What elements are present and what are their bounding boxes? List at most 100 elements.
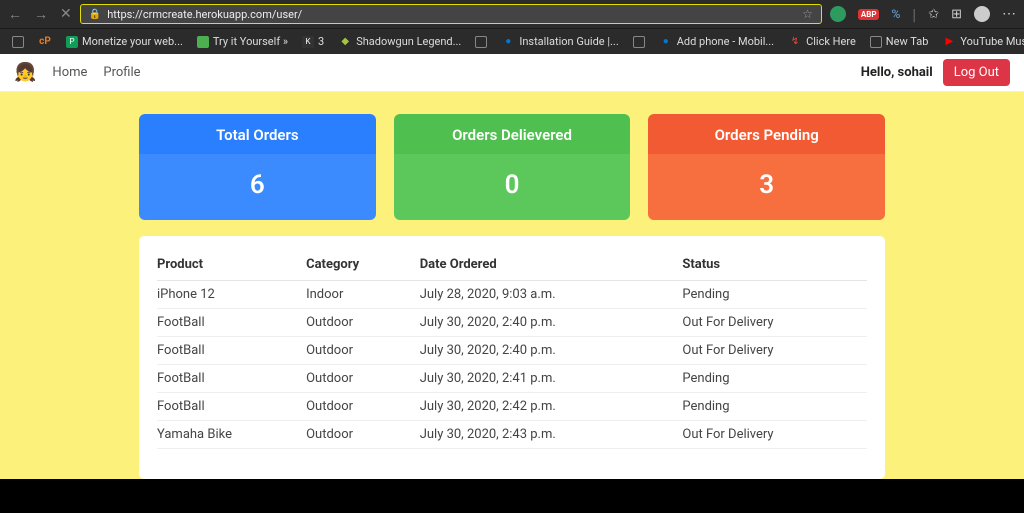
cell-category: Outdoor: [306, 421, 420, 449]
bookmark-label: Add phone - Mobil...: [677, 35, 774, 48]
cell-product: FootBall: [157, 309, 306, 337]
cell-product: FootBall: [157, 337, 306, 365]
logout-button[interactable]: Log Out: [943, 59, 1010, 86]
table-row: iPhone 12IndoorJuly 28, 2020, 9:03 a.m.P…: [157, 281, 867, 309]
grammarly-icon[interactable]: [830, 6, 846, 22]
bookmark-icon: K: [302, 36, 314, 48]
bookmark-label: Try it Yourself »: [213, 35, 288, 48]
collections-icon[interactable]: ⊞: [951, 7, 962, 22]
bookmark-icon: cP: [38, 35, 52, 49]
bookmark-icon: P: [66, 36, 78, 48]
url-bar[interactable]: 🔒 https://crmcreate.herokuapp.com/user/ …: [80, 4, 822, 24]
cell-product: FootBall: [157, 365, 306, 393]
stat-card-pending: Orders Pending 3: [648, 114, 885, 220]
bookmark-item[interactable]: ◆Shadowgun Legend...: [334, 33, 465, 51]
cell-status: Pending: [682, 393, 867, 421]
cell-status: Pending: [682, 365, 867, 393]
bookmark-item[interactable]: [8, 34, 28, 50]
bookmark-icon: [12, 36, 24, 48]
cell-status: Out For Delivery: [682, 337, 867, 365]
orders-table: Product Category Date Ordered Status iPh…: [157, 252, 867, 449]
stop-button[interactable]: ✕: [60, 6, 72, 22]
divider-icon: |: [912, 5, 916, 24]
bookmark-item[interactable]: [629, 34, 649, 50]
cell-date: July 30, 2020, 2:40 p.m.: [420, 309, 683, 337]
stat-card-delivered: Orders Delievered 0: [394, 114, 631, 220]
stats-row: Total Orders 6 Orders Delievered 0 Order…: [139, 114, 885, 220]
favorites-star-icon[interactable]: ✩: [928, 7, 939, 22]
favorite-icon[interactable]: ☆: [802, 7, 813, 21]
cell-category: Outdoor: [306, 337, 420, 365]
table-row: Yamaha BikeOutdoorJuly 30, 2020, 2:43 p.…: [157, 421, 867, 449]
cell-product: FootBall: [157, 393, 306, 421]
bookmark-item[interactable]: ↯Click Here: [784, 33, 860, 51]
stat-card-total: Total Orders 6: [139, 114, 376, 220]
bookmark-item[interactable]: P Monetize your web...: [62, 33, 187, 50]
bookmark-item[interactable]: New Tab: [866, 33, 933, 50]
cell-category: Indoor: [306, 281, 420, 309]
bookmark-item[interactable]: Try it Yourself »: [193, 33, 292, 50]
forward-button[interactable]: →: [34, 6, 48, 23]
bookmark-label: New Tab: [886, 35, 929, 48]
menu-dots-icon[interactable]: ⋯: [1002, 6, 1016, 22]
hello-user: Hello, sohail: [861, 65, 933, 80]
bookmark-icon: ●: [501, 35, 515, 49]
cell-date: July 30, 2020, 2:43 p.m.: [420, 421, 683, 449]
back-button[interactable]: ←: [8, 6, 22, 23]
stat-delivered-value: 0: [394, 154, 631, 220]
stat-delivered-label: Orders Delievered: [394, 114, 631, 154]
cell-status: Out For Delivery: [682, 309, 867, 337]
main-content: Total Orders 6 Orders Delievered 0 Order…: [0, 92, 1024, 496]
th-category: Category: [306, 252, 420, 281]
url-text: https://crmcreate.herokuapp.com/user/: [107, 8, 796, 21]
bookmark-item[interactable]: cP: [34, 33, 56, 51]
table-row: FootBallOutdoorJuly 30, 2020, 2:40 p.m.O…: [157, 309, 867, 337]
stat-total-label: Total Orders: [139, 114, 376, 154]
bookmark-label: 3: [318, 35, 324, 48]
cell-product: iPhone 12: [157, 281, 306, 309]
abp-icon[interactable]: ABP: [858, 9, 880, 20]
cell-category: Outdoor: [306, 393, 420, 421]
cell-status: Out For Delivery: [682, 421, 867, 449]
cell-date: July 28, 2020, 9:03 a.m.: [420, 281, 683, 309]
bookmark-label: Installation Guide |...: [519, 35, 618, 48]
profile-avatar[interactable]: [974, 6, 990, 22]
bookmark-icon: ◆: [338, 35, 352, 49]
bookmark-item[interactable]: [471, 34, 491, 50]
navbar-right: Hello, sohail Log Out: [861, 59, 1010, 86]
bookmark-icon: ↯: [788, 35, 802, 49]
nav-arrows: ← → ✕: [8, 6, 72, 23]
stat-pending-label: Orders Pending: [648, 114, 885, 154]
link-ext-icon[interactable]: %: [891, 7, 900, 21]
cell-status: Pending: [682, 281, 867, 309]
bookmark-icon: ▶: [942, 35, 956, 49]
bookmarks-bar: cP P Monetize your web... Try it Yourself »…: [0, 28, 1024, 54]
bookmark-icon: [475, 36, 487, 48]
nav-home[interactable]: Home: [44, 65, 95, 80]
bookmark-item[interactable]: ● Installation Guide |...: [497, 33, 622, 51]
cell-product: Yamaha Bike: [157, 421, 306, 449]
bookmark-icon: ●: [659, 35, 673, 49]
table-row: FootBallOutdoorJuly 30, 2020, 2:40 p.m.O…: [157, 337, 867, 365]
bookmark-label: YouTube Music: [960, 35, 1024, 48]
bookmark-label: Monetize your web...: [82, 35, 183, 48]
orders-table-panel: Product Category Date Ordered Status iPh…: [139, 236, 885, 479]
cell-category: Outdoor: [306, 365, 420, 393]
bookmark-item[interactable]: K3: [298, 33, 328, 50]
stat-total-value: 6: [139, 154, 376, 220]
th-product: Product: [157, 252, 306, 281]
cell-date: July 30, 2020, 2:40 p.m.: [420, 337, 683, 365]
bookmark-icon: [633, 36, 645, 48]
cell-category: Outdoor: [306, 309, 420, 337]
bookmark-item[interactable]: ▶ YouTube Music: [938, 33, 1024, 51]
table-row: FootBallOutdoorJuly 30, 2020, 2:41 p.m.P…: [157, 365, 867, 393]
bookmark-icon: [197, 36, 209, 48]
browser-chrome-top: ← → ✕ 🔒 https://crmcreate.herokuapp.com/…: [0, 0, 1024, 28]
nav-profile[interactable]: Profile: [95, 65, 148, 80]
app-logo-icon: 👧: [14, 62, 36, 83]
bookmark-item[interactable]: ● Add phone - Mobil...: [655, 33, 778, 51]
lock-icon: 🔒: [89, 9, 101, 20]
cell-date: July 30, 2020, 2:41 p.m.: [420, 365, 683, 393]
app-navbar: 👧 Home Profile Hello, sohail Log Out: [0, 54, 1024, 92]
extension-icons: ABP % | ✩ ⊞ ⋯: [830, 5, 1016, 24]
